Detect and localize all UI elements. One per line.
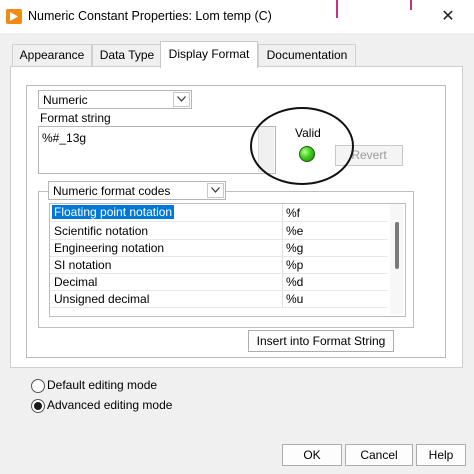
code-value: %e (286, 224, 304, 238)
format-codes-list[interactable]: Floating point notation %f Scientific no… (49, 203, 406, 317)
type-dropdown[interactable]: Numeric (38, 90, 192, 109)
code-name: Decimal (54, 275, 98, 289)
annotation-circle (250, 107, 354, 185)
list-item[interactable]: Floating point notation %f (50, 204, 388, 222)
column-separator (282, 273, 283, 290)
chevron-down-icon (173, 92, 190, 107)
column-separator (282, 239, 283, 256)
labview-app-icon (6, 9, 22, 24)
column-separator (282, 256, 283, 273)
format-string-label: Format string (40, 111, 111, 125)
code-value: %p (286, 258, 304, 272)
advanced-editing-mode-label[interactable]: Advanced editing mode (47, 398, 172, 412)
list-item[interactable]: Unsigned decimal %u (50, 290, 388, 308)
column-separator (282, 290, 283, 307)
chevron-down-icon (207, 183, 224, 198)
code-name: Unsigned decimal (54, 292, 150, 306)
format-codes-dropdown[interactable]: Numeric format codes (48, 181, 226, 200)
editing-mode-group: Default editing mode Advanced editing mo… (26, 372, 180, 416)
code-name: SI notation (54, 258, 112, 272)
format-string-input[interactable]: %#_13g (38, 126, 276, 174)
list-item[interactable]: Decimal %d (50, 273, 388, 291)
column-separator (282, 222, 283, 239)
tab-appearance[interactable]: Appearance (12, 44, 92, 66)
radio-advanced-editing-mode[interactable] (31, 399, 45, 413)
column-separator (282, 204, 283, 221)
help-button[interactable]: Help (416, 444, 466, 466)
format-codes-dropdown-value: Numeric format codes (53, 184, 171, 198)
code-value: %u (286, 292, 304, 306)
scrollbar-thumb[interactable] (395, 222, 399, 269)
cancel-button[interactable]: Cancel (345, 444, 413, 466)
tab-data-type[interactable]: Data Type (92, 44, 162, 66)
format-string-value: %#_13g (42, 131, 87, 145)
tab-documentation[interactable]: Documentation (258, 44, 356, 66)
code-value: %d (286, 275, 304, 289)
code-name: Engineering notation (54, 241, 165, 255)
list-item[interactable]: Engineering notation %g (50, 239, 388, 257)
type-dropdown-value: Numeric (43, 93, 88, 107)
code-value: %f (286, 206, 301, 220)
list-item[interactable]: SI notation %p (50, 256, 388, 274)
background-window-edge (336, 0, 338, 18)
radio-default-editing-mode[interactable] (31, 379, 45, 393)
insert-into-format-string-button[interactable]: Insert into Format String (248, 330, 394, 352)
window-title: Numeric Constant Properties: Lom temp (C… (28, 9, 272, 23)
close-window-button[interactable]: ✕ (434, 6, 462, 28)
code-name: Floating point notation (52, 205, 175, 219)
code-value: %g (286, 241, 304, 255)
ok-button[interactable]: OK (282, 444, 342, 466)
code-name: Scientific notation (54, 224, 149, 238)
list-item[interactable]: Scientific notation %e (50, 222, 388, 240)
tab-display-format[interactable]: Display Format (160, 41, 258, 68)
background-window-edge (410, 0, 412, 10)
default-editing-mode-label[interactable]: Default editing mode (47, 378, 157, 392)
